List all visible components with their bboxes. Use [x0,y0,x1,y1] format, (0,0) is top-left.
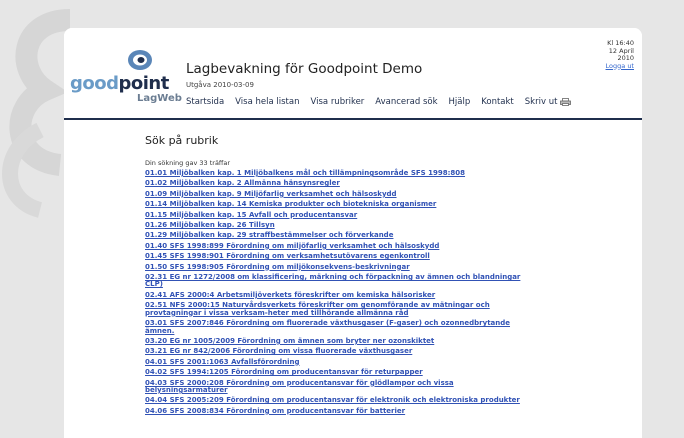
result-link[interactable]: 04.06 SFS 2008:834 Förordning om produce… [145,407,405,415]
list-item: 02.31 EG nr 1272/2008 om klassificering,… [145,273,535,289]
nav-visa-hela-listan[interactable]: Visa hela listan [235,97,299,107]
page-header: goodpoint LagWeb Lagbevakning för Goodpo… [64,28,642,120]
list-item: 02.51 NFS 2000:15 Naturvårdsverkets före… [145,301,535,317]
search-results-section: Sök på rubrik Din sökning gav 33 träffar… [145,134,635,418]
result-link[interactable]: 02.51 NFS 2000:15 Naturvårdsverkets före… [145,301,490,316]
page-title: Lagbevakning för Goodpoint Demo [186,61,423,77]
nav-hjalp[interactable]: Hjälp [449,97,471,107]
result-link[interactable]: 02.31 EG nr 1272/2008 om klassificering,… [145,273,520,288]
result-link[interactable]: 01.15 Miljöbalken kap. 15 Avfall och pro… [145,211,357,219]
list-item: 01.14 Miljöbalken kap. 14 Kemiska produk… [145,201,535,208]
result-link[interactable]: 01.45 SFS 1998:901 Förordning om verksam… [145,252,430,260]
result-link[interactable]: 01.14 Miljöbalken kap. 14 Kemiska produk… [145,200,436,208]
list-item: 01.50 SFS 1998:905 Förordning om miljöko… [145,263,535,271]
print-label: Skriv ut [524,97,558,107]
result-link[interactable]: 01.01 Miljöbalken kap. 1 Miljöbalkens må… [145,169,465,177]
list-item: 01.09 Miljöbalken kap. 9 Miljöfarlig ver… [145,190,535,198]
list-item: 04.01 SFS 2001:1063 Avfallsförordning [145,358,535,366]
result-link[interactable]: 02.41 AFS 2000:4 Arbetsmiljöverkets före… [145,291,435,299]
result-link[interactable]: 03.01 SFS 2007:846 Förordning om fluorer… [145,319,510,334]
list-item: 03.01 SFS 2007:846 Förordning om fluorer… [145,319,535,335]
list-item: 04.06 SFS 2008:834 Förordning om produce… [145,407,535,415]
goodpoint-logo[interactable]: goodpoint LagWeb [70,48,190,118]
result-link[interactable]: 04.02 SFS 1994:1205 Förordning om produc… [145,368,423,376]
result-link[interactable]: 04.04 SFS 2005:209 Förordning om produce… [145,396,520,404]
list-item: 03.21 EG nr 842/2006 Förordning om vissa… [145,348,535,355]
list-item: 04.02 SFS 1994:1205 Förordning om produc… [145,368,535,376]
logo-wordmark: goodpoint [70,73,169,94]
result-link[interactable]: 01.40 SFS 1998:899 Förordning om miljöfa… [145,242,439,250]
list-item: 01.01 Miljöbalken kap. 1 Miljöbalkens må… [145,169,535,177]
printer-icon [560,98,572,106]
result-link[interactable]: 01.29 Miljöbalken kap. 29 straffbestämme… [145,231,393,239]
nav-visa-rubriker[interactable]: Visa rubriker [310,97,364,107]
logo-swirl-icon [128,50,152,70]
list-item: 01.15 Miljöbalken kap. 15 Avfall och pro… [145,211,535,219]
list-item: 02.41 AFS 2000:4 Arbetsmiljöverkets före… [145,291,535,299]
logo-good-text: good [70,73,119,94]
logo-point-text: point [118,73,170,94]
page-container: goodpoint LagWeb Lagbevakning för Goodpo… [64,28,642,438]
result-link[interactable]: 03.21 EG nr 842/2006 Förordning om vissa… [145,347,412,355]
list-item: 01.40 SFS 1998:899 Förordning om miljöfa… [145,242,535,250]
results-list: 01.01 Miljöbalken kap. 1 Miljöbalkens må… [145,169,635,415]
result-link[interactable]: 03.20 EG nr 1005/2009 Förordning om ämne… [145,337,434,345]
list-item: 01.45 SFS 1998:901 Förordning om verksam… [145,253,535,260]
logo-subtitle: LagWeb [137,93,182,104]
logout-link[interactable]: Logga ut [606,62,634,71]
edition-date: Utgåva 2010-03-09 [186,81,254,89]
nav-kontakt[interactable]: Kontakt [481,97,514,107]
list-item: 03.20 EG nr 1005/2009 Förordning om ämne… [145,337,535,345]
nav-avancerad-sok[interactable]: Avancerad sök [375,97,437,107]
list-item: 01.02 Miljöbalken kap. 2 Allmänna hänsyn… [145,180,535,187]
list-item: 04.04 SFS 2005:209 Förordning om produce… [145,397,535,404]
main-nav: Startsida Visa hela listan Visa rubriker… [186,97,582,107]
list-item: 04.03 SFS 2000:208 Förordning om produce… [145,379,535,395]
list-item: 01.29 Miljöbalken kap. 29 straffbestämme… [145,232,535,239]
result-link[interactable]: 04.03 SFS 2000:208 Förordning om produce… [145,379,454,394]
result-link[interactable]: 01.09 Miljöbalken kap. 9 Miljöfarlig ver… [145,190,397,198]
result-link[interactable]: 01.26 Miljöbalken kap. 26 Tillsyn [145,221,275,229]
section-heading: Sök på rubrik [145,134,219,147]
result-link[interactable]: 01.02 Miljöbalken kap. 2 Allmänna hänsyn… [145,179,340,187]
result-link[interactable]: 04.01 SFS 2001:1063 Avfallsförordning [145,358,300,366]
nav-startsida[interactable]: Startsida [186,97,224,107]
session-info: Kl 16:40 12 April 2010 Logga ut [606,39,634,71]
header-divider [64,118,642,120]
print-link[interactable]: Skriv ut [525,97,572,107]
list-item: 01.26 Miljöbalken kap. 26 Tillsyn [145,221,535,229]
result-link[interactable]: 01.50 SFS 1998:905 Förordning om miljöko… [145,263,410,271]
result-count: Din sökning gav 33 träffar [145,159,231,167]
